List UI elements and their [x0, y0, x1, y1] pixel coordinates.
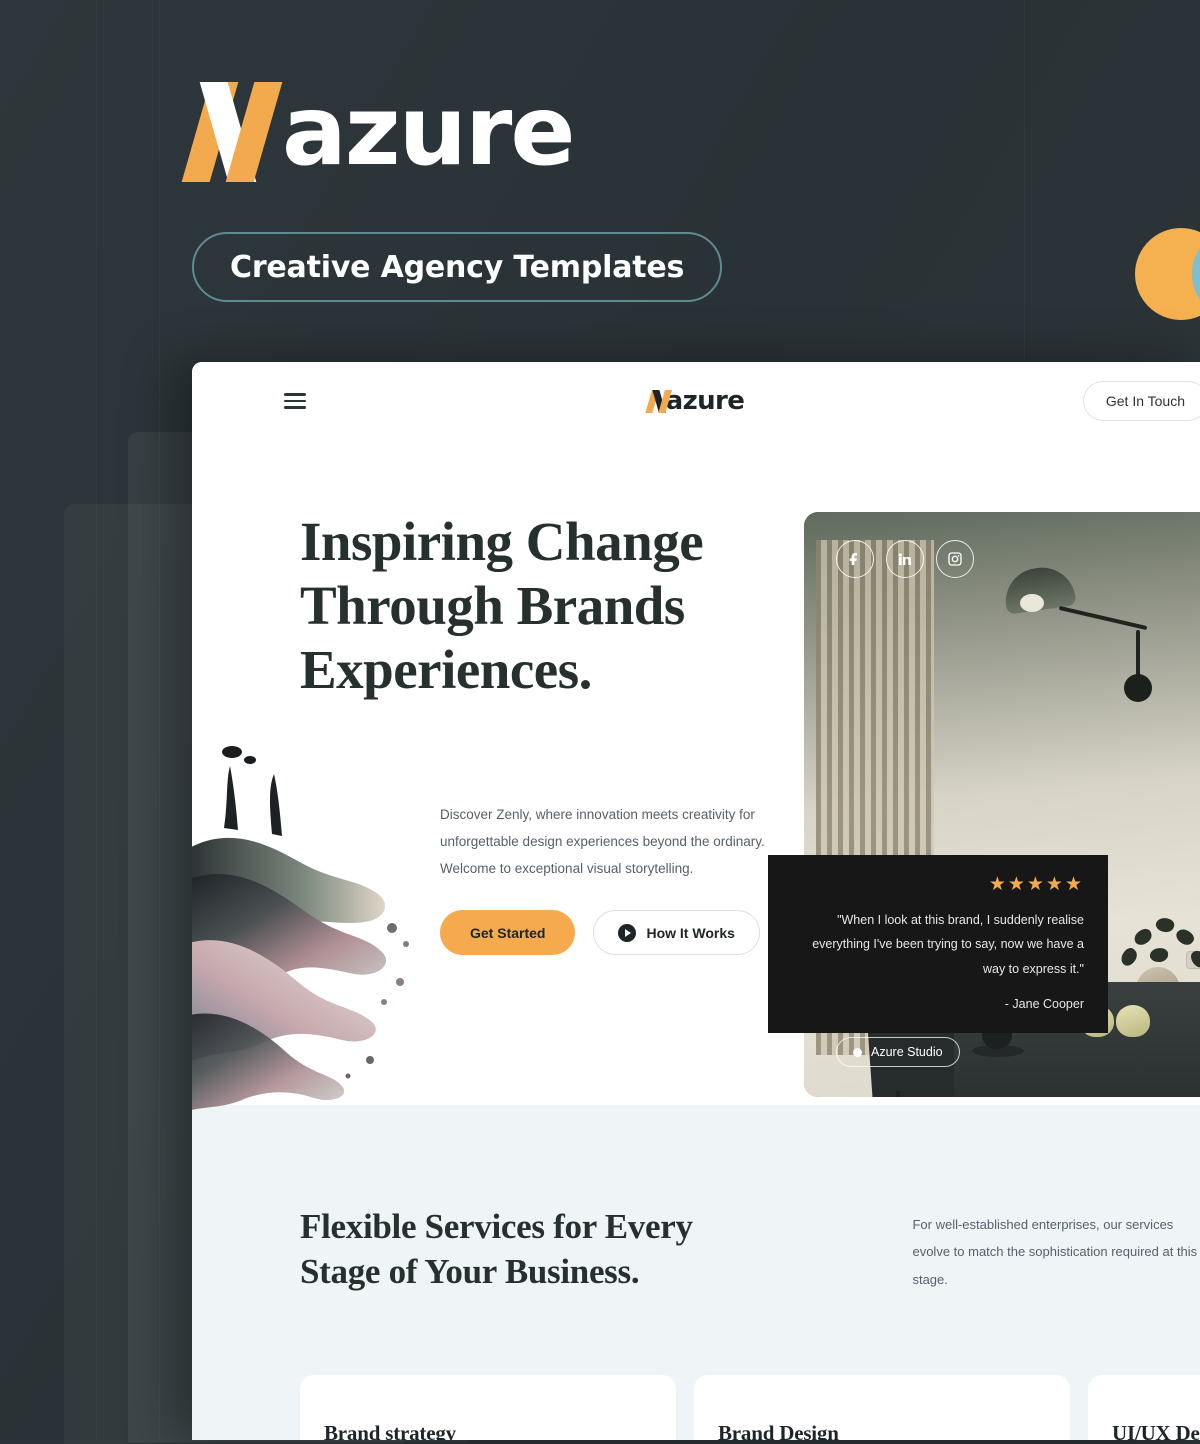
- tagline-pill: Creative Agency Templates: [192, 232, 723, 302]
- linkedin-icon[interactable]: [886, 540, 924, 578]
- service-card[interactable]: Brand Design: [694, 1374, 1070, 1440]
- cover-logo-text: azure: [282, 75, 575, 187]
- cover-logo: azure: [181, 72, 812, 190]
- services-header: Flexible Services for Every Stage of You…: [300, 1205, 1200, 1295]
- photo-gourd: [1116, 1005, 1150, 1037]
- status-dot-icon: [853, 1047, 862, 1057]
- hero-copy: Inspiring Change Through Brands Experien…: [300, 510, 780, 956]
- photo-lamp-bulb: [1020, 594, 1044, 612]
- service-card-title: UI/UX Design: [1112, 1420, 1200, 1440]
- hero-description: Discover Zenly, where innovation meets c…: [440, 807, 765, 877]
- services-card-list: Brand strategy Brand Design UI/UX Design: [300, 1374, 1200, 1440]
- get-started-button[interactable]: Get Started: [440, 910, 576, 956]
- testimonial-card: ★★★★★ "When I look at this brand, I sudd…: [768, 855, 1108, 1034]
- instagram-icon[interactable]: [936, 540, 974, 578]
- testimonial-quote: "When I look at this brand, I suddenly r…: [812, 913, 1084, 976]
- azure-x-mark-icon: [645, 388, 672, 414]
- service-card-title: Brand Design: [718, 1420, 839, 1440]
- hero-title-line: Through Brands: [300, 574, 685, 636]
- hero-title-line: Experiences.: [300, 638, 592, 700]
- facebook-icon[interactable]: [836, 540, 874, 578]
- social-links: [836, 540, 974, 578]
- azure-studio-label: Azure Studio: [871, 1045, 943, 1059]
- hero-title-line: Inspiring Change: [300, 511, 704, 572]
- services-title-line: Stage of Your Business.: [300, 1251, 640, 1291]
- brand-block: azure Creative Agency Templates: [181, 72, 812, 302]
- photo-lamp-mount: [1124, 674, 1152, 702]
- how-it-works-label: How It Works: [646, 924, 735, 941]
- how-it-works-button[interactable]: How It Works: [593, 910, 760, 956]
- azure-x-mark-icon: [181, 76, 288, 186]
- site-logo[interactable]: azure: [645, 386, 745, 416]
- testimonial-author: - Jane Cooper: [1004, 997, 1084, 1012]
- rating-stars: ★★★★★: [988, 874, 1084, 895]
- service-card[interactable]: Brand strategy: [300, 1374, 676, 1440]
- photo-chair-leg: [896, 1091, 900, 1097]
- hamburger-icon[interactable]: [284, 389, 306, 412]
- services-description: For well-established enterprises, our se…: [912, 1217, 1198, 1287]
- site-logo-text: azure: [665, 386, 745, 416]
- services-title: Flexible Services for Every Stage of You…: [300, 1205, 750, 1295]
- play-icon: [618, 923, 637, 942]
- site-navbar: azure Get In Touch: [192, 362, 1200, 440]
- service-card[interactable]: UI/UX Design: [1088, 1374, 1200, 1440]
- hero-cta-group: Get Started How It Works: [440, 910, 780, 956]
- services-title-line: Flexible Services for Every: [300, 1207, 693, 1246]
- service-card-title: Brand strategy: [324, 1420, 456, 1440]
- azure-studio-badge: Azure Studio: [836, 1037, 960, 1067]
- get-in-touch-button[interactable]: Get In Touch: [1082, 381, 1200, 421]
- services-section: Flexible Services for Every Stage of You…: [192, 1105, 1200, 1440]
- hero-title: Inspiring Change Through Brands Experien…: [300, 510, 780, 701]
